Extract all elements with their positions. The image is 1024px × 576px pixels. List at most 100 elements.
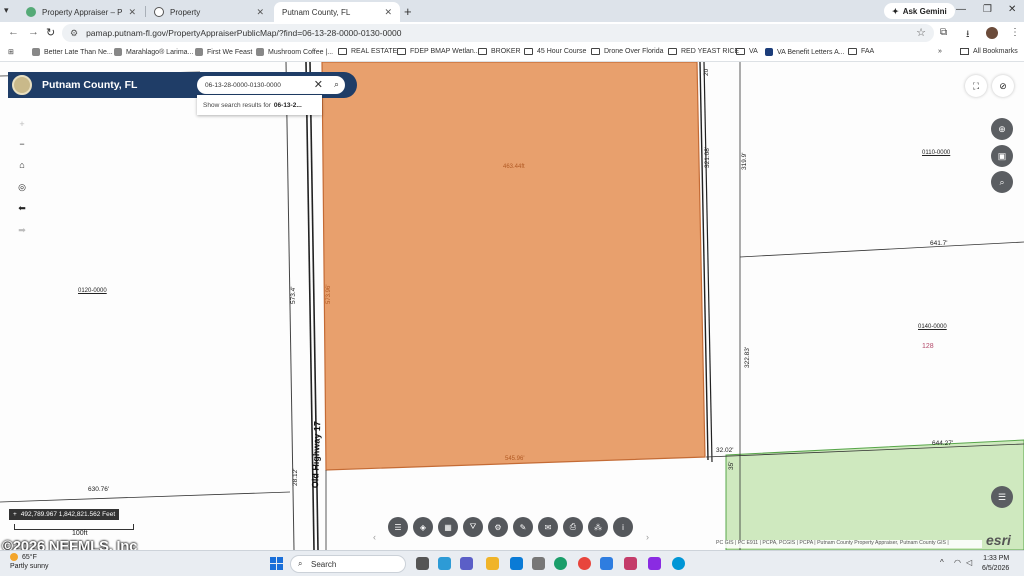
dimension-label: 28.12' — [292, 468, 299, 486]
bookmark-folder[interactable]: BROKER — [478, 48, 521, 55]
map-view[interactable]: 0120-0000 0110-0000 0140-0000 128 463.44… — [0, 62, 1024, 550]
previous-extent-icon[interactable]: ⬅ — [14, 200, 30, 216]
reload-icon[interactable]: ↻ — [46, 26, 55, 39]
search-tool-icon[interactable]: ⌕ — [991, 171, 1013, 193]
locate-icon[interactable]: ◎ — [14, 179, 30, 195]
bookmark-icon[interactable]: ✉ — [538, 517, 558, 537]
window-close-icon[interactable]: ✕ — [1008, 4, 1016, 15]
back-arrow-icon[interactable]: ← — [8, 26, 19, 38]
close-icon[interactable]: ✕ — [128, 7, 136, 18]
weather-widget[interactable]: 65°F Partly sunny — [10, 553, 49, 571]
maximize-icon[interactable]: ❐ — [983, 4, 992, 15]
parcel-search-input[interactable]: 06-13-28-0000-0130-0000 ✕ ⌕ — [197, 76, 345, 94]
bookmark-label: Marahlago® Larima... — [126, 48, 194, 56]
county-seal-icon — [12, 75, 32, 95]
site-info-icon[interactable]: ⚙ — [70, 28, 78, 39]
ask-gemini-button[interactable]: ✦ Ask Gemini — [884, 3, 955, 19]
chevron-left-icon[interactable]: ‹ — [373, 532, 376, 542]
outlook-icon[interactable] — [510, 557, 523, 570]
zoom-out-icon[interactable]: − — [14, 136, 30, 152]
search-icon[interactable]: ⌕ — [334, 79, 339, 90]
volume-icon[interactable]: ◁ — [966, 558, 972, 567]
visibility-toggle-icon[interactable]: ⊘ — [992, 75, 1014, 97]
dimension-label: 321.08' — [704, 146, 711, 168]
close-icon[interactable]: ✕ — [384, 7, 392, 18]
app-icon[interactable] — [648, 557, 661, 570]
chevron-up-icon[interactable]: ^ — [940, 558, 944, 567]
dimension-label: 319.9' — [741, 152, 748, 170]
compass-icon[interactable]: ⊕ — [991, 118, 1013, 140]
bookmark-folder[interactable]: 45 Hour Course — [524, 48, 586, 55]
bookmark-folder[interactable]: REAL ESTATE — [338, 48, 397, 55]
bookmark-item[interactable]: VA Benefit Letters A... — [765, 48, 845, 56]
home-icon[interactable]: ⌂ — [14, 157, 30, 173]
store-icon[interactable] — [532, 557, 545, 570]
taskbar-search[interactable]: ⌕ Search — [290, 555, 406, 573]
temperature: 65°F — [22, 554, 37, 561]
bookmark-item[interactable]: Marahlago® Larima... — [114, 48, 193, 56]
basemap-icon[interactable]: ▦ — [438, 517, 458, 537]
edge-icon[interactable] — [554, 557, 567, 570]
folder-icon — [848, 48, 857, 55]
share-icon[interactable]: ⁂ — [588, 517, 608, 537]
bookmark-star-icon[interactable]: ☆ — [916, 26, 926, 39]
tab-label: Property — [170, 7, 201, 17]
bookmark-item[interactable]: First We Feast — [195, 48, 252, 56]
parcel-map-canvas — [0, 62, 1024, 550]
chrome-icon[interactable] — [578, 557, 591, 570]
browser-menu-icon[interactable]: ⋮ — [1010, 27, 1020, 38]
print-icon[interactable]: ⎙ — [563, 517, 583, 537]
bookmark-item[interactable]: Better Late Than Ne... — [32, 48, 113, 56]
new-tab-button[interactable]: + — [404, 4, 412, 19]
layers-icon[interactable]: ◈ — [413, 517, 433, 537]
bookmark-folder[interactable]: FDEP BMAP Wetlan... — [397, 48, 480, 55]
dimension-label: 630.76' — [88, 486, 110, 493]
downloads-icon[interactable]: ⭳ — [966, 27, 970, 44]
folder-icon — [478, 48, 487, 55]
bookmark-folder[interactable]: RED YEAST RICE — [668, 48, 739, 55]
app-icon[interactable] — [624, 557, 637, 570]
bookmark-item[interactable]: Mushroom Coffee |... — [256, 48, 333, 56]
system-clock[interactable]: 1:33 PM 6/5/2026 — [982, 554, 1009, 574]
forward-arrow-icon[interactable]: → — [28, 26, 39, 38]
teams-icon[interactable] — [460, 557, 473, 570]
parcel-line — [739, 241, 1024, 258]
info-icon[interactable]: i — [613, 517, 633, 537]
chevron-right-icon[interactable]: › — [646, 532, 649, 542]
list-icon[interactable]: ☰ — [388, 517, 408, 537]
fullscreen-icon[interactable]: ⛶ — [965, 75, 987, 97]
bookmark-folder[interactable]: FAA — [848, 48, 874, 55]
bookmark-folder[interactable]: Drone Over Florida — [591, 48, 664, 55]
clear-search-icon[interactable]: ✕ — [314, 78, 323, 91]
task-view-icon[interactable] — [416, 557, 429, 570]
apps-grid-icon[interactable]: ⊞ — [8, 48, 14, 56]
tab-property[interactable]: Property ✕ — [146, 2, 272, 22]
next-extent-icon[interactable]: ➡ — [14, 222, 30, 238]
app-icon[interactable] — [600, 557, 613, 570]
extensions-icon[interactable]: ⧉ — [940, 27, 947, 38]
windows-start-icon[interactable] — [270, 557, 283, 570]
widgets-icon[interactable] — [438, 557, 451, 570]
wifi-icon[interactable]: ◠ — [954, 558, 961, 567]
measure-icon[interactable]: ⚙ — [488, 517, 508, 537]
zoom-in-icon[interactable]: + — [14, 116, 30, 132]
chevron-right-icon[interactable]: » — [938, 48, 942, 55]
tab-putnam-county[interactable]: Putnam County, FL ✕ — [274, 2, 400, 74]
gallery-icon[interactable]: ▣ — [991, 145, 1013, 167]
draw-icon[interactable]: ✎ — [513, 517, 533, 537]
all-bookmarks[interactable]: All Bookmarks — [960, 48, 1018, 55]
address-bar[interactable]: ⚙ pamap.putnam-fl.gov/PropertyAppraiserP… — [62, 24, 934, 42]
tab-property-appraiser[interactable]: Property Appraiser – Putnam C... ✕ — [18, 2, 144, 22]
hp-icon[interactable] — [672, 557, 685, 570]
file-explorer-icon[interactable] — [486, 557, 499, 570]
parcel-id-label: 0140-0000 — [918, 324, 947, 330]
minimize-icon[interactable]: — — [956, 4, 966, 15]
legend-icon[interactable]: ☰ — [991, 486, 1013, 508]
profile-avatar[interactable] — [986, 27, 998, 39]
bookmark-folder[interactable]: VA — [736, 48, 758, 55]
appraiser-seal-icon — [26, 7, 36, 17]
search-suggestion[interactable]: Show search results for 06-13-2... — [197, 95, 322, 115]
identify-icon[interactable]: ⛛ — [463, 517, 483, 537]
close-icon[interactable]: ✕ — [256, 7, 264, 18]
tab-search-icon[interactable]: ▾ — [4, 5, 9, 16]
